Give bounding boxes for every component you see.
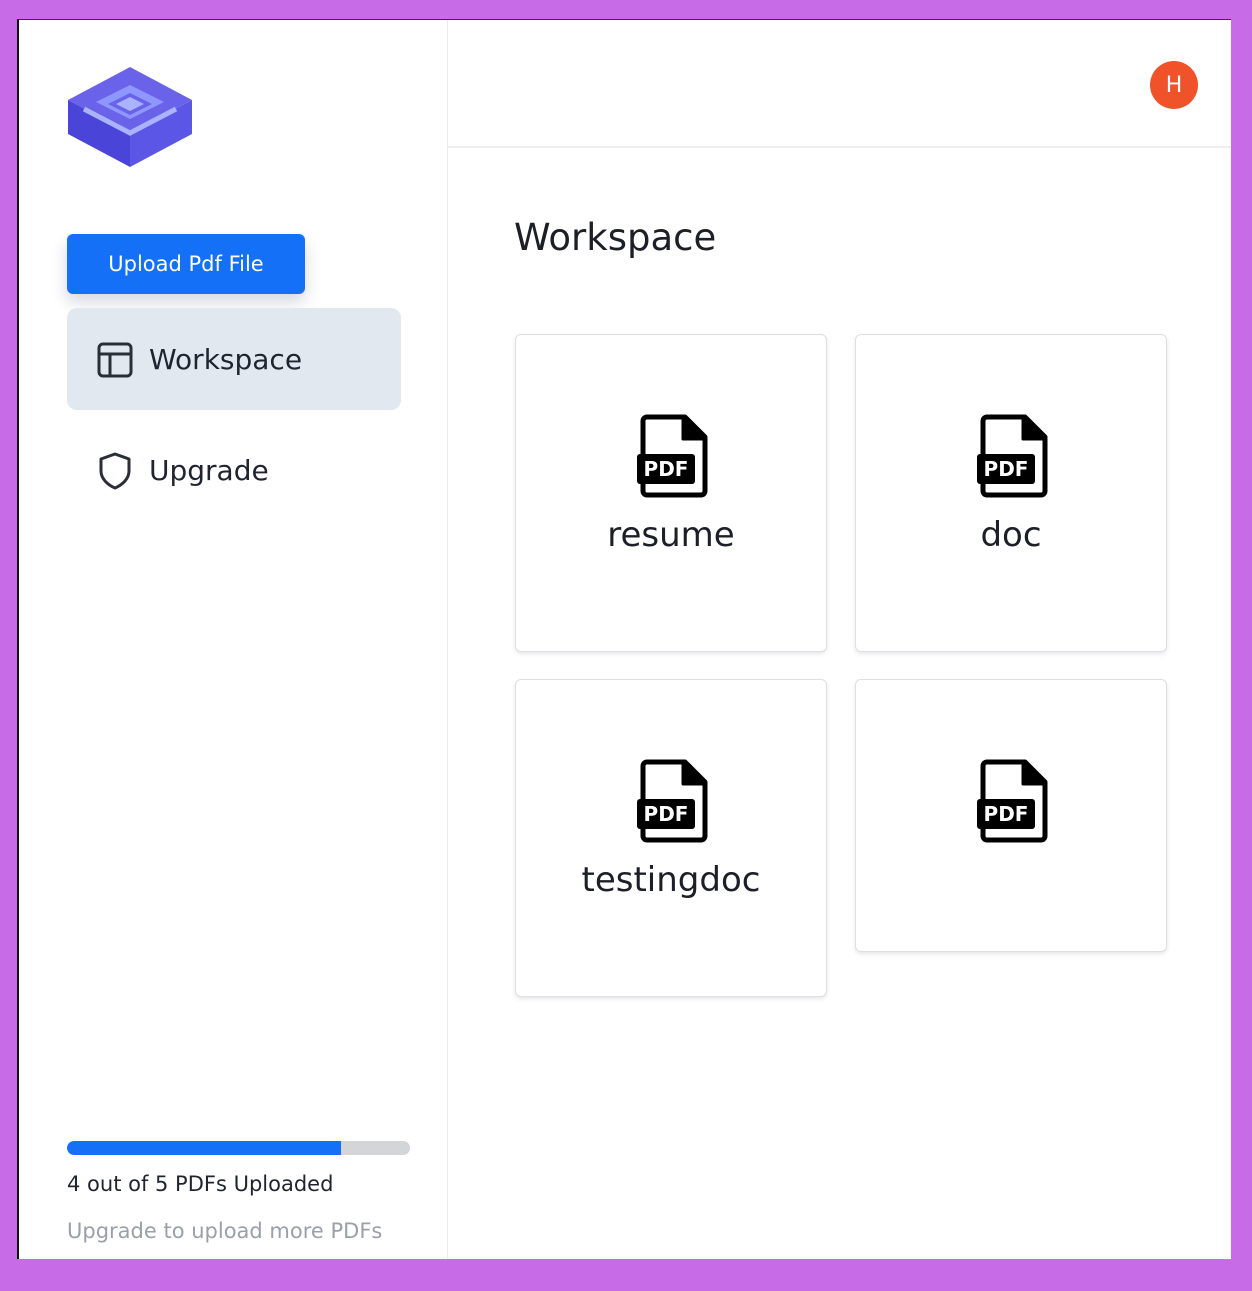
shield-icon [99,452,131,490]
pdf-file-icon: PDF [637,759,708,843]
pdf-file-icon: PDF [637,414,708,498]
pdf-badge-label: PDF [984,457,1029,481]
app-window: Upload Pdf File Workspace Upgrade 4 out … [17,19,1231,1259]
pdf-file-icon: PDF [977,414,1048,498]
file-card-doc[interactable]: PDF doc [855,334,1167,652]
file-name: testingdoc [581,860,761,900]
layout-icon [97,342,133,378]
sidebar-item-workspace[interactable]: Workspace [67,308,401,410]
upload-quota-progress [67,1141,410,1155]
app-logo[interactable] [66,65,194,169]
file-name: doc [980,515,1042,555]
file-name: resume [607,515,735,555]
sidebar-item-upgrade[interactable]: Upgrade [67,419,401,521]
pdf-badge-label: PDF [644,457,689,481]
upload-quota-progress-fill [67,1141,342,1155]
file-card-untitled[interactable]: PDF [855,679,1167,952]
pdf-badge-label: PDF [984,802,1029,826]
sidebar: Upload Pdf File Workspace Upgrade 4 out … [19,20,448,1259]
upload-pdf-button[interactable]: Upload Pdf File [67,234,305,294]
upload-quota-text: 4 out of 5 PDFs Uploaded [67,1172,334,1196]
sidebar-item-label: Workspace [149,342,303,376]
pdf-file-icon: PDF [977,759,1048,843]
pdf-badge-label: PDF [644,802,689,826]
sidebar-item-label: Upgrade [149,453,269,487]
page-title: Workspace [514,216,717,259]
upgrade-hint: Upgrade to upload more PDFs [67,1219,383,1243]
user-avatar[interactable]: H [1150,61,1198,109]
file-card-resume[interactable]: PDF resume [515,334,827,652]
top-bar: H [448,20,1231,148]
file-card-testingdoc[interactable]: PDF testingdoc [515,679,827,997]
